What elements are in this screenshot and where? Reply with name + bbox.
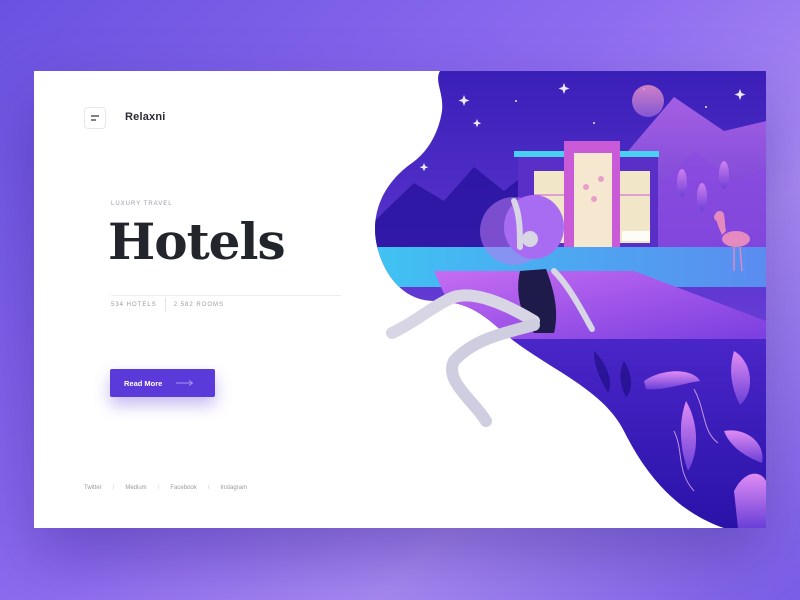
social-separator: /: [157, 485, 160, 491]
rooms-count: 2 582 ROOMS: [173, 302, 225, 308]
hero-eyebrow: LUXURY TRAVEL: [111, 201, 173, 207]
read-more-label: Read More: [124, 378, 163, 388]
social-link-instagram[interactable]: Instagram: [220, 485, 247, 491]
social-separator: /: [207, 485, 210, 491]
social-separator: /: [112, 485, 115, 491]
read-more-button[interactable]: Read More: [110, 369, 215, 397]
page-title: Hotels: [108, 212, 286, 271]
menu-button[interactable]: [84, 107, 106, 129]
stats-divider: [164, 298, 166, 312]
landing-card: Relaxni LUXURY TRAVEL Hotels 534 HOTELS …: [34, 71, 766, 528]
social-link-facebook[interactable]: Facebook: [170, 485, 196, 491]
hotels-count: 534 HOTELS: [111, 302, 157, 308]
menu-icon: [91, 115, 99, 121]
social-link-medium[interactable]: Medium: [125, 485, 146, 491]
brand-logo[interactable]: Relaxni: [125, 111, 166, 123]
hero-stats: 534 HOTELS 2 582 ROOMS: [111, 295, 341, 314]
social-link-twitter[interactable]: Twitter: [84, 485, 102, 491]
arrow-right-icon: [176, 380, 194, 386]
social-links: Twitter / Medium / Facebook / Instagram: [84, 485, 247, 491]
